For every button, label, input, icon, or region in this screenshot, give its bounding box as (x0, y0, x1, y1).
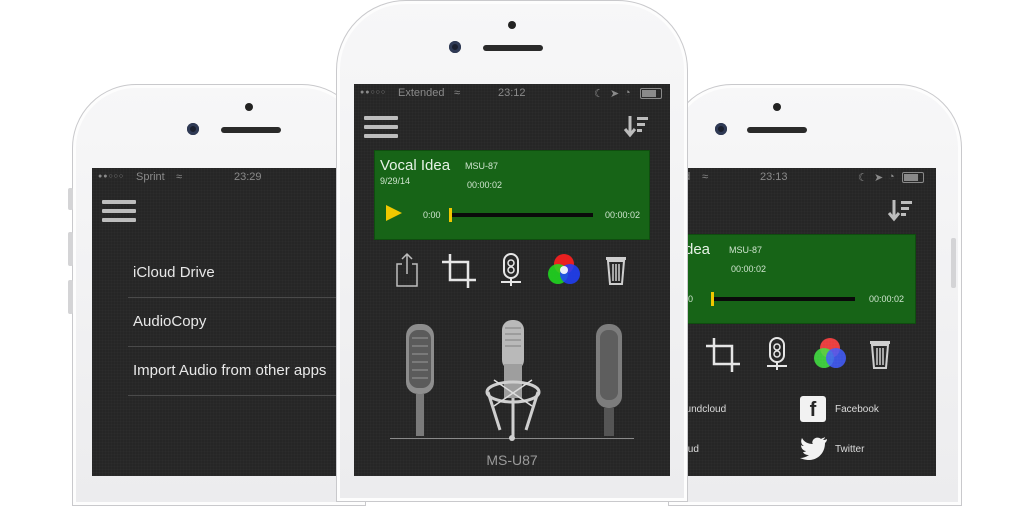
recording-card[interactable]: Vocal Idea MSU-87 9/29/14 00:00:02 0:00 … (374, 150, 650, 240)
battery-icon (902, 172, 924, 183)
menu-button[interactable] (364, 116, 398, 138)
hamburger-line (364, 116, 398, 120)
location-icon: ➤ (610, 88, 620, 100)
microphone-icon[interactable] (498, 252, 524, 290)
recording-title: Vocal Idea (380, 157, 451, 174)
playback-position: 0:00 (423, 210, 441, 220)
location-icon: ➤ (874, 172, 884, 184)
share-twitter-label[interactable]: Twitter (835, 444, 864, 455)
crop-icon[interactable] (440, 252, 478, 290)
progress-knob[interactable] (711, 292, 714, 306)
wifi-icon: ≈ (176, 171, 183, 183)
mic-option-u87[interactable] (480, 320, 546, 440)
proximity-sensor (245, 103, 253, 111)
progress-knob[interactable] (449, 208, 452, 222)
recording-mic: MSU-87 (465, 161, 499, 171)
progress-track[interactable] (711, 297, 855, 301)
recording-duration: 00:00:02 (731, 264, 767, 274)
carrier-label: Sprint (136, 171, 165, 183)
left-phone-mute-switch (68, 188, 73, 210)
status-time: 23:13 (760, 171, 788, 183)
wifi-icon: ≈ (702, 171, 709, 183)
front-camera (715, 123, 727, 135)
hamburger-line (102, 200, 136, 204)
proximity-sensor (773, 103, 781, 111)
recording-mic: MSU-87 (729, 245, 763, 255)
right-phone-screen: ed ≈ 23:13 ☾ ➤ ◔ dea MSU-87 00:00:02 00 … (680, 168, 936, 476)
alarm-icon: ◔ (624, 87, 631, 99)
hamburger-line (364, 134, 398, 138)
twitter-icon[interactable] (800, 436, 828, 460)
left-phone-volume-down (68, 280, 73, 314)
selected-mic-name: MS-U87 (486, 452, 538, 468)
signal-dots: ●●○○○ (98, 173, 125, 180)
sort-icon[interactable] (622, 114, 650, 138)
share-icon[interactable] (394, 252, 420, 288)
recording-date: 9/29/14 (380, 176, 411, 186)
battery-icon (640, 88, 662, 99)
menu-item-import-audio[interactable]: Import Audio from other apps (128, 347, 344, 396)
left-phone-volume-up (68, 232, 73, 266)
trash-icon[interactable] (868, 338, 892, 370)
status-bar: ●●○○○ Sprint ≈ 23:29 (92, 168, 344, 186)
front-camera (449, 41, 461, 53)
play-icon[interactable] (384, 203, 404, 223)
progress-track[interactable] (449, 213, 593, 217)
share-facebook-label[interactable]: Facebook (835, 404, 879, 415)
playback-end-time: 00:00:02 (605, 210, 641, 220)
earpiece-speaker (483, 45, 543, 51)
menu-item-icloud-drive[interactable]: iCloud Drive (128, 249, 344, 298)
menu-button[interactable] (102, 200, 136, 222)
hamburger-line (364, 125, 398, 129)
menu-item-audiocopy[interactable]: AudioCopy (128, 298, 344, 347)
signal-dots: ●●○○○ (360, 89, 387, 96)
sort-icon[interactable] (886, 198, 914, 222)
wifi-icon: ≈ (454, 87, 461, 99)
moon-icon: ☾ (858, 172, 868, 184)
color-wheel-icon[interactable] (546, 252, 582, 288)
status-bar: ed ≈ 23:13 ☾ ➤ ◔ (680, 168, 936, 186)
left-phone-screen: ●●○○○ Sprint ≈ 23:29 iCloud Drive AudioC… (92, 168, 344, 476)
hamburger-line (102, 218, 136, 222)
earpiece-speaker (747, 127, 807, 133)
moon-icon: ☾ (594, 88, 604, 100)
playback-end-time: 00:00:02 (869, 294, 905, 304)
center-phone-screen: ●●○○○ Extended ≈ 23:12 ☾ ➤ ◔ Vocal Idea … (354, 84, 670, 476)
status-bar: ●●○○○ Extended ≈ 23:12 ☾ ➤ ◔ (354, 84, 670, 102)
facebook-icon[interactable]: f (800, 396, 826, 422)
mic-option-ribbon[interactable] (400, 320, 440, 440)
mic-option-condenser[interactable] (592, 320, 626, 440)
right-phone-power-button (951, 238, 956, 288)
mic-carousel-indicator (509, 435, 515, 441)
recording-title: dea (685, 241, 711, 258)
proximity-sensor (508, 21, 516, 29)
front-camera (187, 123, 199, 135)
hamburger-line (102, 209, 136, 213)
microphone-icon[interactable] (764, 336, 790, 374)
status-time: 23:29 (234, 171, 262, 183)
color-wheel-icon[interactable] (812, 336, 848, 372)
crop-icon[interactable] (704, 336, 742, 374)
trash-icon[interactable] (604, 254, 628, 286)
alarm-icon: ◔ (888, 171, 895, 183)
carrier-label: Extended (398, 87, 445, 99)
status-time: 23:12 (498, 87, 526, 99)
recording-duration: 00:00:02 (467, 180, 503, 190)
recording-card[interactable]: dea MSU-87 00:00:02 00 00:00:02 (680, 234, 916, 324)
earpiece-speaker (221, 127, 281, 133)
